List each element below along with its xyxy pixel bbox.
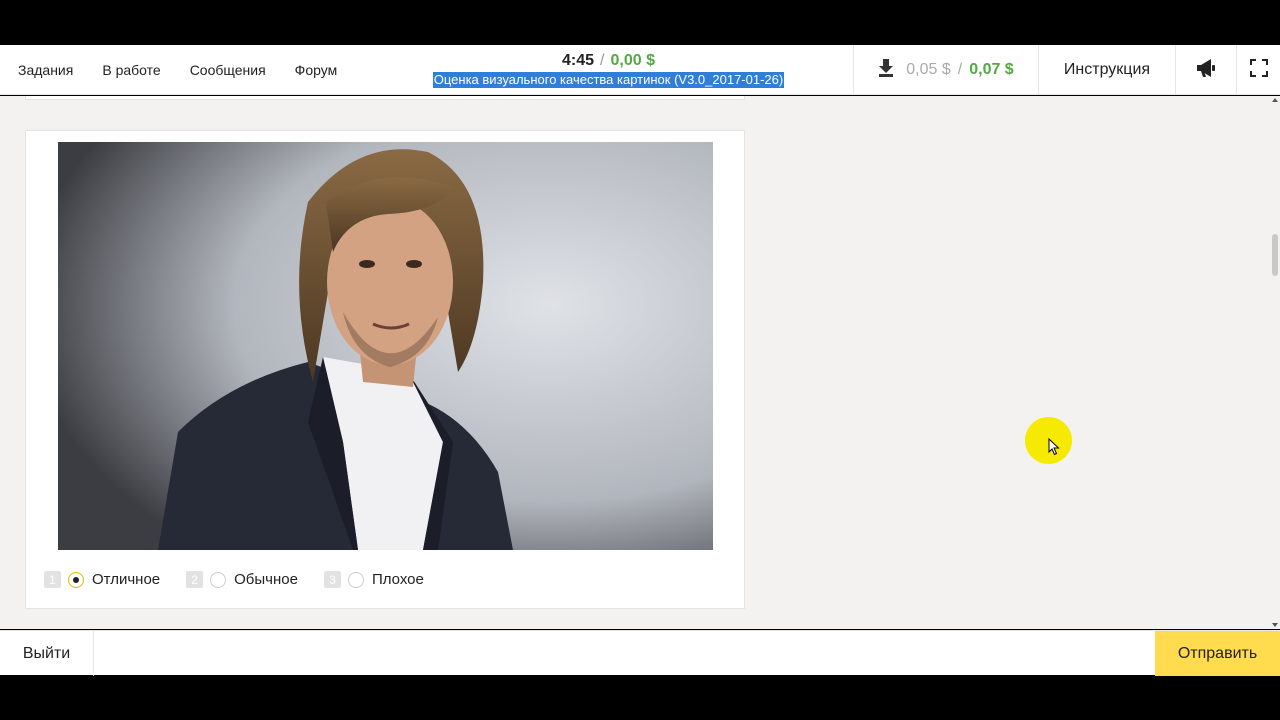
project-title: Оценка визуального качества картинок (V3…: [432, 72, 785, 88]
task-info: 4:45 / 0,00 $ Оценка визуального качества …: [414, 51, 803, 89]
timer-line: 4:45 / 0,00 $: [414, 51, 803, 71]
exit-button[interactable]: Выйти: [0, 631, 94, 676]
option-bad[interactable]: 3 Плохое: [323, 571, 424, 588]
balance[interactable]: 0,05 $ / 0,07 $: [853, 45, 1038, 95]
task-area: 1 Отличное 2 Обычное 3 Плохое: [0, 96, 1270, 629]
right-toolbar: 0,05 $ / 0,07 $ Инструкция: [853, 45, 1280, 95]
scroll-down-arrow-icon[interactable]: [1272, 623, 1278, 627]
top-bar: Задания В работе Сообщения Форум 4:45/0,…: [0, 45, 1280, 95]
bottom-bar: Выйти Отправить: [0, 630, 1280, 676]
option-normal[interactable]: 2 Обычное: [186, 571, 298, 588]
option-excellent[interactable]: 1 Отличное: [44, 571, 160, 588]
instructions-button[interactable]: Инструкция: [1038, 45, 1175, 95]
mouse-pointer-icon: [1048, 437, 1060, 461]
task-image: [58, 142, 713, 550]
fullscreen-button[interactable]: [1236, 45, 1280, 95]
radio-normal[interactable]: [210, 571, 227, 588]
radio-bad[interactable]: [347, 571, 364, 588]
nav-item-tasks[interactable]: Задания: [18, 62, 73, 78]
task-card: 1 Отличное 2 Обычное 3 Плохое: [25, 130, 745, 609]
previous-task-card: [25, 96, 745, 100]
hotkey-badge: 2: [186, 571, 204, 588]
hotkey-badge: 3: [323, 571, 341, 588]
option-label: Плохое: [371, 571, 424, 588]
portrait-photo: [58, 142, 713, 550]
hotkey-badge: 1: [44, 571, 61, 588]
nav-item-messages[interactable]: Сообщения: [190, 62, 266, 78]
balance-separator: /: [957, 61, 963, 78]
task-earned: 0,00 $: [610, 52, 655, 69]
announcements-button[interactable]: [1175, 45, 1236, 95]
timer-separator: /: [600, 52, 605, 69]
quality-options: 1 Отличное 2 Обычное 3 Плохое: [44, 571, 450, 588]
balance-pending: 0,05 $: [906, 61, 951, 78]
vertical-scrollbar[interactable]: [1270, 96, 1280, 629]
megaphone-icon: [1195, 58, 1217, 83]
fullscreen-icon: [1249, 58, 1268, 82]
scroll-up-arrow-icon[interactable]: [1272, 98, 1278, 102]
radio-excellent[interactable]: [68, 571, 84, 588]
option-label: Обычное: [234, 571, 298, 588]
main-nav: Задания В работе Сообщения Форум: [0, 45, 366, 94]
balance-available: 0,07 $: [969, 61, 1014, 78]
task-timer: 4:45: [562, 52, 595, 69]
nav-item-in-progress[interactable]: В работе: [102, 62, 160, 78]
scroll-thumb[interactable]: [1272, 234, 1278, 276]
instructions-label: Инструкция: [1063, 61, 1151, 78]
option-label: Отличное: [92, 571, 161, 588]
submit-button[interactable]: Отправить: [1155, 631, 1280, 676]
download-icon: [878, 58, 894, 83]
nav-item-forum[interactable]: Форум: [295, 62, 338, 78]
